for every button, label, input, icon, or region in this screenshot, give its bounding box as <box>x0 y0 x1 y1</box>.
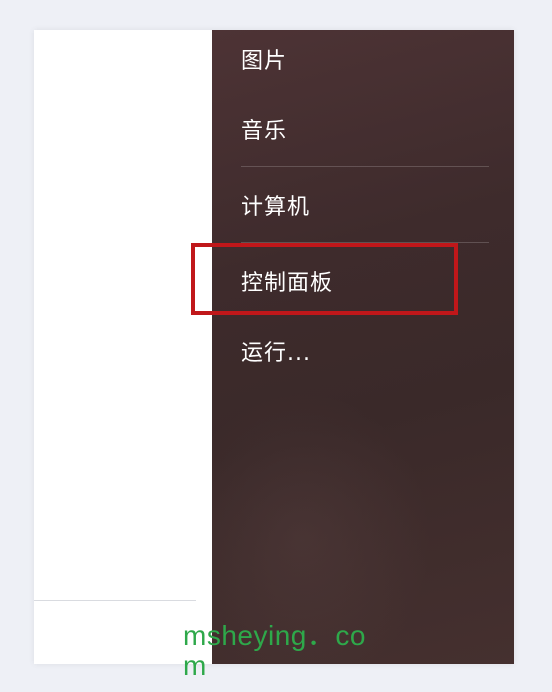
control-panel-highlight-box <box>191 243 458 315</box>
menu-divider <box>241 166 489 167</box>
menu-item-computer[interactable]: 计算机 <box>241 189 310 221</box>
watermark-text: msheying．com <box>183 620 366 681</box>
left-pane-divider <box>34 600 196 601</box>
start-menu-left-pane <box>34 30 212 664</box>
menu-item-pictures[interactable]: 图片 <box>241 43 287 75</box>
menu-item-music[interactable]: 音乐 <box>241 113 287 145</box>
menu-item-run[interactable]: 运行... <box>241 335 311 367</box>
start-menu: 图片 音乐 计算机 控制面板 运行... <box>34 30 514 664</box>
start-menu-right-pane: 图片 音乐 计算机 控制面板 运行... <box>212 30 514 664</box>
